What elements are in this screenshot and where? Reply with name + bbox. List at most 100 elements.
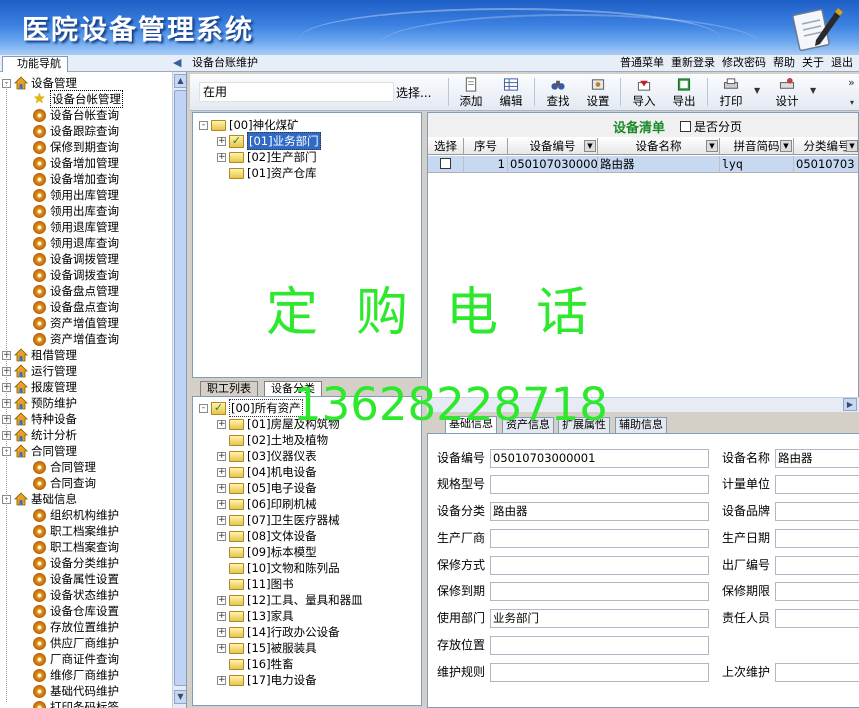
field-input[interactable] [775, 556, 859, 575]
nav-group[interactable]: + 运行管理 [2, 363, 77, 379]
tree-node[interactable]: + [14]行政办公设备 [217, 624, 340, 640]
nav-item[interactable]: 设备属性设置 [33, 571, 119, 587]
expand-icon[interactable]: + [217, 467, 226, 477]
field-input[interactable] [490, 475, 709, 494]
field-input[interactable] [490, 636, 709, 655]
nav-item[interactable]: 存放位置维护 [33, 619, 119, 635]
select-button[interactable]: 选择... [396, 84, 431, 101]
field-input[interactable]: 路由器 [775, 449, 859, 468]
nav-item[interactable]: 设备盘点查询 [33, 299, 119, 315]
field-input[interactable] [490, 529, 709, 548]
tree-node[interactable]: [01]资产仓库 [217, 165, 317, 181]
expand-icon[interactable]: + [217, 595, 226, 605]
field-input[interactable]: 业务部门 [490, 609, 709, 628]
nav-item[interactable]: 设备台帐查询 [33, 107, 119, 123]
tree-node[interactable]: + [13]家具 [217, 608, 294, 624]
expand-icon[interactable]: + [217, 419, 226, 429]
nav-item[interactable]: 组织机构维护 [33, 507, 119, 523]
nav-item[interactable]: 基础代码维护 [33, 683, 119, 699]
dropdown-icon[interactable]: ▼ [584, 140, 596, 152]
expand-icon[interactable]: + [217, 451, 226, 461]
nav-item[interactable]: 职工档案维护 [33, 523, 119, 539]
nav-group[interactable]: - 设备管理 [2, 75, 77, 91]
nav-item[interactable]: 厂商证件查询 [33, 651, 119, 667]
field-input[interactable] [775, 502, 859, 521]
nav-item[interactable]: 设备分类维护 [33, 555, 119, 571]
col-select[interactable]: 选择 [428, 138, 464, 155]
tree-node[interactable]: + [03]仪器仪表 [217, 448, 317, 464]
dropdown-icon[interactable]: ▼ [780, 140, 792, 152]
row-select-cell[interactable] [428, 156, 464, 173]
nav-group[interactable]: - 基础信息 [2, 491, 77, 507]
field-input[interactable] [775, 529, 859, 548]
nav-group[interactable]: - 合同管理 [2, 443, 77, 459]
scroll-thumb[interactable] [174, 90, 186, 686]
field-input[interactable] [775, 475, 859, 494]
tree-node[interactable]: [11]图书 [217, 576, 294, 592]
paging-checkbox[interactable]: 是否分页 [680, 118, 742, 135]
scroll-up-icon[interactable]: ▲ [174, 74, 186, 88]
nav-panel-tab[interactable]: 功能导航 [2, 56, 68, 72]
nav-item[interactable]: 设备增加管理 [33, 155, 119, 171]
collapse-icon[interactable]: - [199, 120, 208, 130]
col-device-name[interactable]: 设备名称 ▼ [598, 138, 720, 155]
collapse-left-arrow-icon[interactable]: ◀ [173, 56, 181, 69]
expand-icon[interactable]: + [217, 531, 226, 541]
expand-icon[interactable]: + [217, 136, 226, 146]
tree-node[interactable]: + [15]被服装具 [217, 640, 317, 656]
nav-item[interactable]: 设备跟踪查询 [33, 123, 119, 139]
field-input[interactable] [775, 609, 859, 628]
collapse-icon[interactable]: - [199, 403, 208, 413]
field-input[interactable] [490, 663, 709, 682]
scroll-down-icon[interactable]: ▼ [174, 690, 186, 704]
nav-item[interactable]: 合同查询 [33, 475, 96, 491]
tree-node[interactable]: + [12]工具、量具和器皿 [217, 592, 363, 608]
tree-node[interactable]: - ✓ [00]所有资产 [199, 399, 303, 417]
nav-item[interactable]: 职工档案查询 [33, 539, 119, 555]
field-input[interactable] [490, 556, 709, 575]
nav-group[interactable]: + 报废管理 [2, 379, 77, 395]
nav-item[interactable]: 打印条码标签 [33, 699, 119, 708]
tree-node[interactable]: [02]土地及植物 [217, 432, 328, 448]
nav-item[interactable]: 保修到期查询 [33, 139, 119, 155]
tab-employee-list[interactable]: 职工列表 [200, 381, 258, 396]
nav-item[interactable]: 领用出库查询 [33, 203, 119, 219]
nav-item[interactable]: 领用出库管理 [33, 187, 119, 203]
nav-group[interactable]: + 预防维护 [2, 395, 77, 411]
col-category-code[interactable]: 分类编号 ▼ [794, 138, 858, 155]
dropdown-icon[interactable]: ▼ [706, 140, 718, 152]
nav-item[interactable]: 设备增加查询 [33, 171, 119, 187]
menu-about[interactable]: 关于 [802, 56, 824, 70]
expand-icon[interactable]: + [217, 611, 226, 621]
col-device-code[interactable]: 设备编号 ▼ [508, 138, 598, 155]
print-dropdown-icon[interactable]: ▼ [754, 86, 760, 95]
expand-icon[interactable]: + [217, 483, 226, 493]
nav-item[interactable]: 设备调拨管理 [33, 251, 119, 267]
tree-node[interactable]: - [00]神化煤矿 [199, 117, 299, 133]
menu-help[interactable]: 帮助 [773, 56, 795, 70]
menu-exit[interactable]: 退出 [831, 56, 853, 70]
menu-normal[interactable]: 普通菜单 [620, 56, 664, 70]
nav-item[interactable]: 设备调拨查询 [33, 267, 119, 283]
col-pinyin[interactable]: 拼音简码 ▼ [720, 138, 794, 155]
scroll-right-icon[interactable]: ▶ [843, 398, 857, 411]
menu-relogin[interactable]: 重新登录 [671, 56, 715, 70]
settings-button[interactable]: 设置 [579, 77, 617, 109]
row-checkbox[interactable] [440, 158, 451, 169]
nav-item[interactable]: 合同管理 [33, 459, 96, 475]
nav-item[interactable]: 资产增值查询 [33, 331, 119, 347]
expand-icon[interactable]: + [217, 499, 226, 509]
dropdown-icon[interactable]: ▼ [846, 140, 858, 152]
import-button[interactable]: 导入 [625, 77, 663, 109]
status-filter-field[interactable]: 在用 [199, 82, 394, 102]
expand-icon[interactable]: + [217, 152, 226, 162]
expand-icon[interactable]: + [217, 675, 226, 685]
nav-scrollbar[interactable]: ▲ ▼ [172, 72, 186, 708]
tree-node[interactable]: + ✓ [01]业务部门 [217, 132, 321, 150]
tree-node[interactable]: [09]标本模型 [217, 544, 317, 560]
tree-node[interactable]: [16]牲畜 [217, 656, 294, 672]
col-seq[interactable]: 序号 [464, 138, 508, 155]
expand-icon[interactable]: + [217, 627, 226, 637]
nav-item[interactable]: 供应厂商维护 [33, 635, 119, 651]
tree-node[interactable]: + [05]电子设备 [217, 480, 317, 496]
